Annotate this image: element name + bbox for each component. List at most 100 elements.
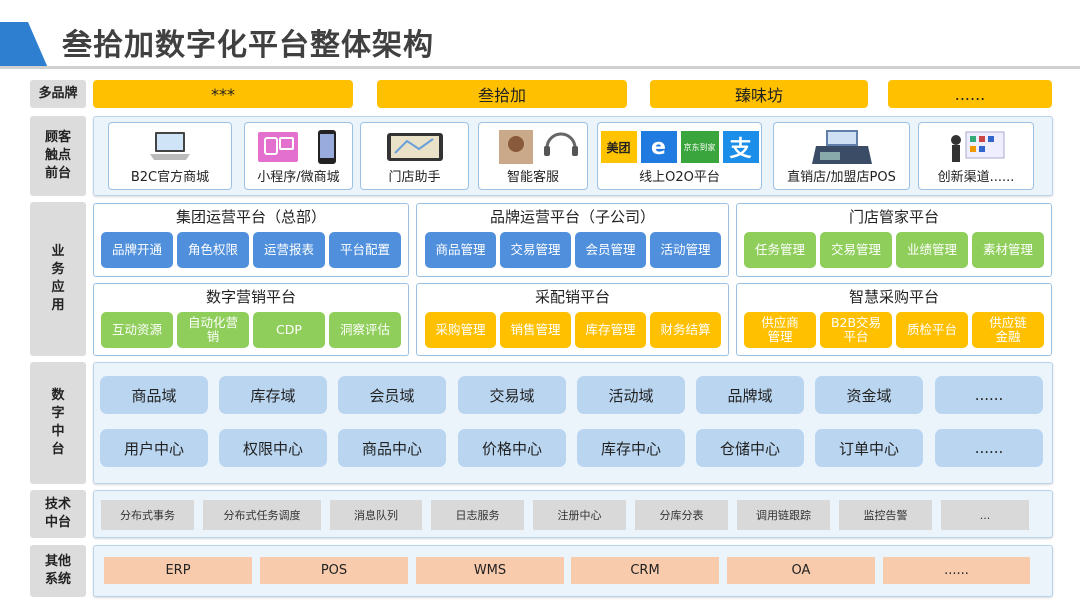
touchpoint-card: B2C官方商城 bbox=[108, 122, 232, 190]
touchpoint-label: B2C官方商城 bbox=[130, 170, 210, 185]
domain-box: 活动域 bbox=[577, 376, 685, 414]
touchpoint-label: 直销店/加盟店POS bbox=[787, 170, 896, 185]
module-chip: 活动管理 bbox=[650, 232, 721, 268]
group-title: 门店管家平台 bbox=[848, 208, 939, 226]
eleme-logo: e bbox=[640, 131, 677, 163]
center-box: 商品中心 bbox=[338, 429, 446, 467]
module-chip: 角色权限 bbox=[177, 232, 249, 268]
domain-box: 库存域 bbox=[219, 376, 327, 414]
module-chip: 交易管理 bbox=[500, 232, 571, 268]
center-box: 用户中心 bbox=[100, 429, 208, 467]
row-label-tech: 技术中台 bbox=[30, 490, 86, 538]
tech-box: 消息队列 bbox=[330, 500, 422, 530]
touchpoint-card: 创新渠道...... bbox=[918, 122, 1034, 190]
row-label-other: 其他系统 bbox=[30, 545, 86, 597]
system-box: OA bbox=[727, 557, 875, 584]
touchpoint-card: 美团 e 京东到家 支 线上O2O平台 bbox=[597, 122, 762, 190]
domain-box: 资金域 bbox=[815, 376, 923, 414]
group-title: 集团运营平台（总部） bbox=[175, 208, 326, 226]
brand-box: ...... bbox=[888, 80, 1052, 108]
module-chip-text: 供应商管理 bbox=[761, 315, 799, 344]
platform-group: 品牌运营平台（子公司） 商品管理 交易管理 会员管理 活动管理 bbox=[416, 203, 729, 277]
tech-box: 分布式事务 bbox=[101, 500, 194, 530]
module-chip: 会员管理 bbox=[575, 232, 646, 268]
row-label-touch: 顾客触点前台 bbox=[30, 116, 86, 196]
domain-box: 会员域 bbox=[338, 376, 446, 414]
pos-icon bbox=[774, 129, 909, 165]
row-label-brand: 多品牌 bbox=[30, 80, 86, 108]
module-chip: 供应商管理 bbox=[744, 312, 816, 348]
group-title: 品牌运营平台（子公司） bbox=[489, 208, 655, 226]
module-chip: 供应链金融 bbox=[972, 312, 1044, 348]
domain-box: 商品域 bbox=[100, 376, 208, 414]
brand-box: *** bbox=[93, 80, 353, 108]
platform-group: 采配销平台 采购管理 销售管理 库存管理 财务结算 bbox=[416, 283, 729, 356]
touchpoint-label: 线上O2O平台 bbox=[639, 170, 720, 185]
alipay-logo: 支 bbox=[722, 131, 759, 163]
tablet-map-icon bbox=[361, 129, 468, 165]
module-chip-text: B2B交易平台 bbox=[830, 315, 882, 344]
center-box: 订单中心 bbox=[815, 429, 923, 467]
touchpoint-card: 直销店/加盟店POS bbox=[773, 122, 910, 190]
tech-box: 注册中心 bbox=[533, 500, 626, 530]
touchpoint-label: 门店助手 bbox=[388, 170, 441, 185]
tech-box: 分库分表 bbox=[635, 500, 728, 530]
platform-group: 数字营销平台 互动资源 自动化营销 CDP 洞察评估 bbox=[93, 283, 409, 356]
module-chip: 品牌开通 bbox=[101, 232, 173, 268]
meituan-logo: 美团 bbox=[600, 131, 637, 163]
tech-box: 调用链跟踪 bbox=[737, 500, 830, 530]
tech-box: 监控告警 bbox=[839, 500, 932, 530]
module-chip-text: 自动化营销 bbox=[188, 315, 239, 344]
brand-box: 叁拾加 bbox=[377, 80, 627, 108]
module-chip: 任务管理 bbox=[744, 232, 816, 268]
module-chip: 业绩管理 bbox=[896, 232, 968, 268]
header-accent-shape bbox=[0, 22, 48, 68]
row-label-biz: 业务应用 bbox=[30, 202, 86, 356]
row-label-tech-text: 技术中台 bbox=[44, 497, 71, 530]
module-chip-text: 供应链金融 bbox=[989, 315, 1027, 344]
platform-group: 集团运营平台（总部） 品牌开通 角色权限 运营报表 平台配置 bbox=[93, 203, 409, 277]
tech-box: ... bbox=[941, 500, 1029, 530]
jddj-logo: 京东到家 bbox=[680, 131, 719, 163]
row-label-mid-text: 数字中台 bbox=[51, 388, 65, 457]
brand-box: 臻味坊 bbox=[650, 80, 868, 108]
architecture-diagram: 叁拾加数字化平台整体架构 多品牌 顾客触点前台 业务应用 数字中台 技术中台 其… bbox=[0, 0, 1080, 608]
platform-group: 门店管家平台 任务管理 交易管理 业绩管理 素材管理 bbox=[736, 203, 1052, 277]
center-box: ...... bbox=[935, 429, 1043, 467]
row-label-brand-text: 多品牌 bbox=[38, 86, 78, 101]
devices-icon bbox=[245, 129, 352, 165]
center-box: 权限中心 bbox=[219, 429, 327, 467]
platform-group: 智慧采购平台 供应商管理 B2B交易平台 质检平台 供应链金融 bbox=[736, 283, 1052, 356]
module-chip: 采购管理 bbox=[425, 312, 496, 348]
center-box: 仓储中心 bbox=[696, 429, 804, 467]
domain-box: 交易域 bbox=[458, 376, 566, 414]
module-chip: 财务结算 bbox=[650, 312, 721, 348]
o2o-logos-icon: 美团 e 京东到家 支 bbox=[598, 129, 761, 165]
system-box: WMS bbox=[416, 557, 564, 584]
touchpoint-label: 创新渠道...... bbox=[937, 170, 1015, 185]
system-box: POS bbox=[260, 557, 408, 584]
module-chip: 商品管理 bbox=[425, 232, 496, 268]
row-label-touch-text: 顾客触点前台 bbox=[44, 130, 71, 181]
module-chip: 交易管理 bbox=[820, 232, 892, 268]
center-box: 价格中心 bbox=[458, 429, 566, 467]
touchpoint-label: 智能客服 bbox=[506, 170, 559, 185]
module-chip: 销售管理 bbox=[500, 312, 571, 348]
tech-box: 日志服务 bbox=[431, 500, 524, 530]
row-label-other-text: 其他系统 bbox=[44, 554, 71, 587]
row-label-mid: 数字中台 bbox=[30, 362, 86, 484]
touchpoint-card: 智能客服 bbox=[478, 122, 588, 190]
touchpoint-card: 小程序/微商城 bbox=[244, 122, 353, 190]
row-label-biz-text: 业务应用 bbox=[51, 244, 65, 313]
module-chip: 洞察评估 bbox=[329, 312, 401, 348]
system-box: ERP bbox=[104, 557, 252, 584]
headset-icon bbox=[479, 129, 587, 165]
module-chip: 自动化营销 bbox=[177, 312, 249, 348]
system-box: ...... bbox=[883, 557, 1030, 584]
page-title: 叁拾加数字化平台整体架构 bbox=[62, 28, 434, 63]
system-box: CRM bbox=[571, 557, 719, 584]
touchpoint-label: 小程序/微商城 bbox=[257, 170, 340, 185]
module-chip: B2B交易平台 bbox=[820, 312, 892, 348]
group-title: 采配销平台 bbox=[534, 288, 610, 306]
domain-box: ...... bbox=[935, 376, 1043, 414]
